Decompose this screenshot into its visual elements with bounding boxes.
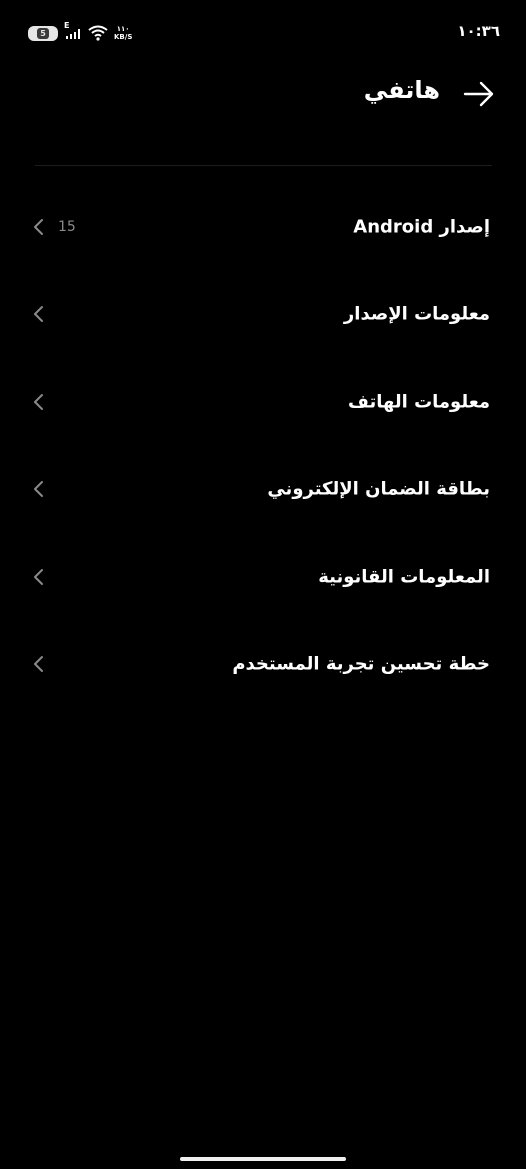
list-item-label: خطة تحسين تجربة المستخدم [232, 653, 490, 675]
list-item-phone-info[interactable]: معلومات الهاتف [0, 358, 526, 446]
status-bar: 5 E ١١٠ KB/S ١٠:٣٦ [0, 0, 526, 60]
list-item-label: معلومات الهاتف [348, 391, 490, 413]
status-icons: 5 E ١١٠ KB/S [28, 21, 132, 42]
chevron-left-icon [34, 218, 43, 235]
android-version-value: 15 [58, 218, 76, 235]
signal-icon: E [64, 21, 82, 42]
chevron-left-icon [34, 393, 43, 410]
arrow-right-icon [463, 81, 494, 107]
speed-value: ١١٠ [116, 25, 130, 33]
chevron-left-icon [34, 481, 43, 498]
settings-list: إصدار Android 15 معلومات الإصدار معلومات… [0, 183, 526, 708]
list-item-label: بطاقة الضمان الإلكتروني [267, 478, 490, 500]
status-time: ١٠:٣٦ [457, 22, 500, 40]
back-button[interactable] [462, 80, 496, 108]
list-item-label: معلومات الإصدار [343, 303, 490, 325]
divider [35, 165, 492, 166]
list-item-label: إصدار Android [353, 216, 490, 238]
battery-level: 5 [37, 27, 49, 39]
list-item-warranty-card[interactable]: بطاقة الضمان الإلكتروني [0, 446, 526, 534]
list-item-android-version[interactable]: إصدار Android 15 [0, 183, 526, 271]
speed-unit: KB/S [114, 33, 133, 41]
list-item-label: المعلومات القانونية [318, 566, 490, 588]
list-item-legal-info[interactable]: المعلومات القانونية [0, 533, 526, 621]
page-title: هاتفي [363, 76, 440, 104]
home-indicator[interactable] [180, 1157, 346, 1161]
network-speed: ١١٠ KB/S [114, 25, 132, 41]
list-item-user-experience-program[interactable]: خطة تحسين تجربة المستخدم [0, 621, 526, 709]
header: هاتفي [30, 72, 496, 116]
chevron-left-icon [34, 306, 43, 323]
wifi-icon [88, 25, 108, 41]
list-item-version-info[interactable]: معلومات الإصدار [0, 271, 526, 359]
chevron-left-icon [34, 656, 43, 673]
battery-icon: 5 [28, 25, 58, 41]
chevron-left-icon [34, 568, 43, 585]
